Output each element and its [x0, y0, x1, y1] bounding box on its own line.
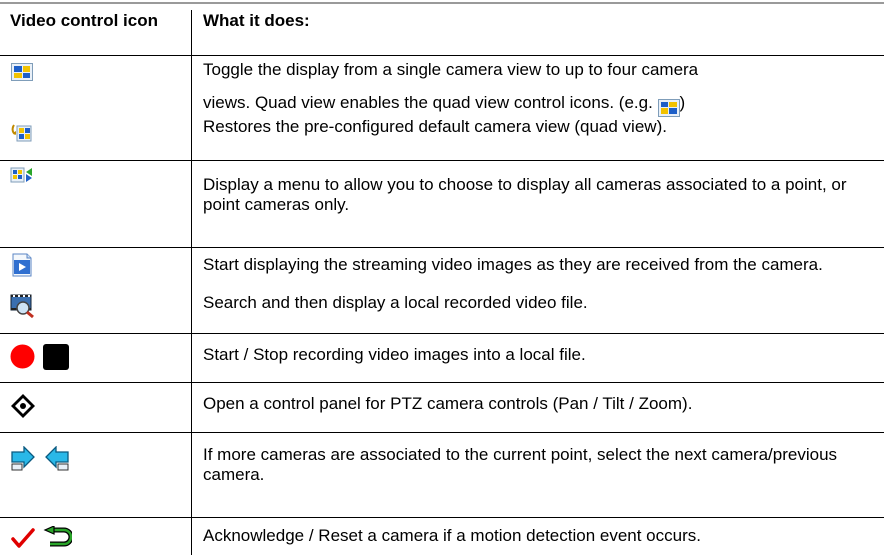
table-row: If more cameras are associated to the cu…	[0, 432, 884, 517]
header-description-column: What it does:	[203, 11, 310, 30]
stop-icon[interactable]	[42, 343, 70, 371]
restore-default-view-icon[interactable]	[11, 123, 33, 143]
table-row: Toggle the display from a single camera …	[0, 55, 884, 117]
row-description: Search and then display a local recorded…	[203, 293, 588, 312]
start-stream-icon[interactable]	[11, 253, 33, 277]
table-row: Restores the pre-configured default came…	[0, 117, 884, 142]
ptz-control-icon[interactable]	[10, 393, 36, 419]
row-description: Open a control panel for PTZ camera cont…	[203, 394, 693, 413]
row-description: Display a menu to allow you to choose to…	[203, 175, 847, 214]
next-camera-icon[interactable]	[10, 446, 36, 472]
table-row: Start / Stop recording video images into…	[0, 333, 884, 382]
table-row: Search and then display a local recorded…	[0, 293, 884, 333]
top-rule	[0, 2, 884, 4]
table-row: Acknowledge / Reset a camera if a motion…	[0, 517, 884, 555]
quad-view-icon[interactable]	[11, 63, 33, 81]
row-description: If more cameras are associated to the cu…	[203, 445, 838, 484]
table-row: Open a control panel for PTZ camera cont…	[0, 382, 884, 432]
row-description: Acknowledge / Reset a camera if a motion…	[203, 526, 701, 545]
row-description: Toggle the display from a single camera …	[203, 60, 873, 120]
header-icon-column: Video control icon	[10, 11, 158, 30]
acknowledge-icon[interactable]	[11, 527, 35, 549]
camera-menu-icon[interactable]	[10, 165, 34, 185]
record-icon[interactable]	[9, 343, 36, 370]
search-video-file-icon[interactable]	[10, 293, 36, 319]
reset-icon[interactable]	[42, 526, 72, 548]
table-row: Display a menu to allow you to choose to…	[0, 160, 884, 247]
row-description: Start displaying the streaming video ima…	[203, 255, 823, 274]
previous-camera-icon[interactable]	[44, 446, 70, 472]
row-description: Restores the pre-configured default came…	[203, 117, 667, 136]
row-description: Start / Stop recording video images into…	[203, 345, 586, 364]
quad-view-example-icon	[657, 98, 680, 117]
